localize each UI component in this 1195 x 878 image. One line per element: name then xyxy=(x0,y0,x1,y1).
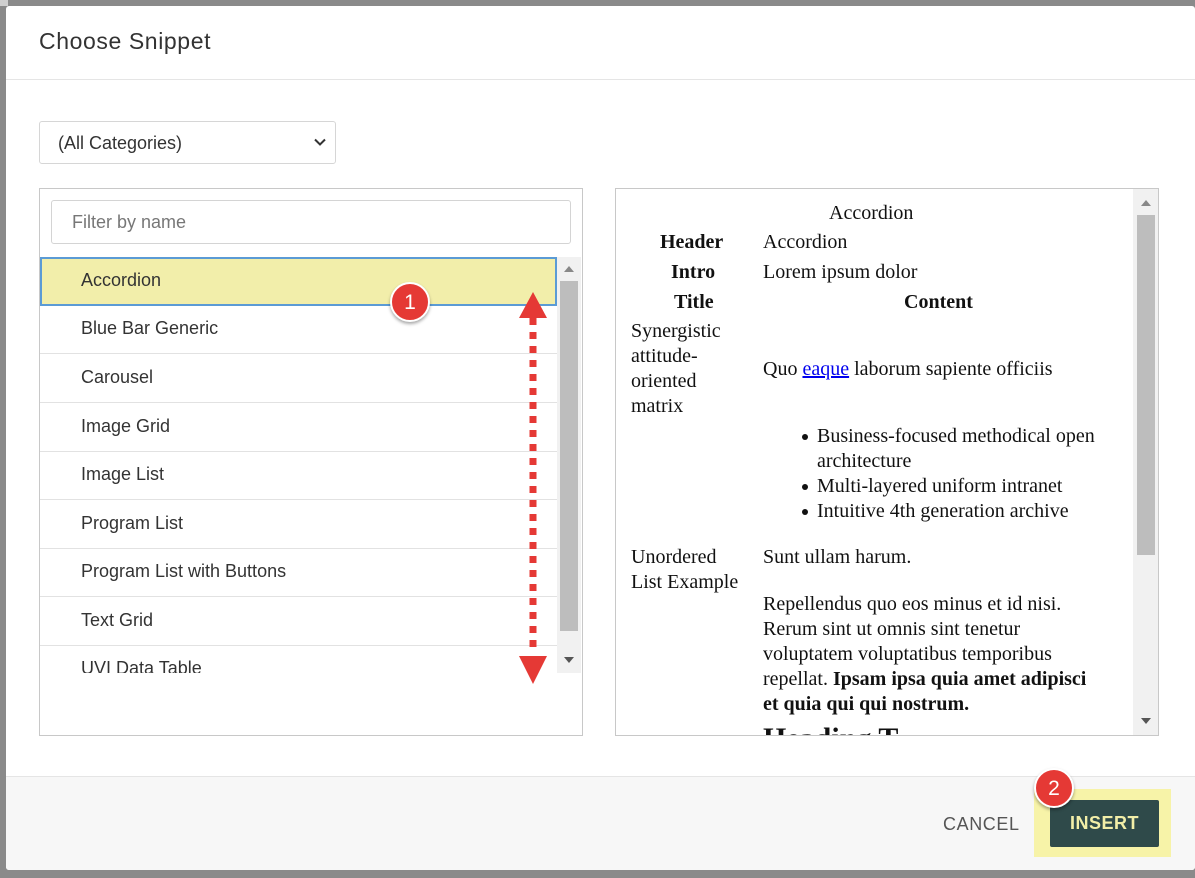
scroll-up-arrow-icon[interactable] xyxy=(1140,198,1152,208)
preview-row1-text-before: Quo xyxy=(763,358,803,380)
list-item-label: Text Grid xyxy=(81,610,154,630)
annotation-number: 1 xyxy=(404,291,416,314)
snippet-preview-panel: Accordion Header Accordion Intro Lorem i… xyxy=(615,188,1159,736)
preview-row2-title: Unordered xyxy=(631,546,717,568)
preview-row2-paragraph: Repellendus quo eos minus et id nisi. xyxy=(763,593,1062,615)
dialog-header: Choose Snippet xyxy=(6,6,1195,80)
preview-intro-label: Intro xyxy=(671,261,716,283)
insert-button[interactable]: INSERT xyxy=(1050,800,1159,847)
backdrop-bottom xyxy=(0,870,1195,878)
list-item-label: Program List xyxy=(81,513,184,533)
insert-button-label: INSERT xyxy=(1069,813,1139,833)
bullet-icon xyxy=(802,509,808,515)
list-item-program-list[interactable]: Program List xyxy=(40,500,557,549)
preview-bullet-item: Intuitive 4th generation archive xyxy=(817,500,1069,522)
list-item-label: Image Grid xyxy=(81,416,171,436)
list-scrollbar[interactable] xyxy=(557,257,581,673)
list-item-label: Accordion xyxy=(81,270,162,290)
preview-row1-title: matrix xyxy=(631,395,684,417)
preview-row1-title: oriented xyxy=(631,370,697,392)
preview-row1-text-after: laborum sapiente officiis xyxy=(849,358,1053,380)
preview-bullet-item: Business-focused methodical open xyxy=(817,425,1095,447)
scroll-direction-arrow-icon xyxy=(519,292,547,684)
cancel-button[interactable]: CANCEL xyxy=(943,814,1020,835)
preview-bullet-item: architecture xyxy=(817,450,912,472)
snippet-list-panel: Filter by name Accordion Blue Bar Generi… xyxy=(39,188,583,736)
list-item-label: Program List with Buttons xyxy=(81,561,287,581)
list-item-label: Carousel xyxy=(81,367,154,387)
preview-row2-paragraph: Sunt ullam harum. xyxy=(763,546,912,568)
preview-link-eaque[interactable]: eaque xyxy=(802,358,849,380)
preview-bullet-item: Multi-layered uniform intranet xyxy=(817,475,1063,497)
list-item-blue-bar-generic[interactable]: Blue Bar Generic xyxy=(40,305,557,354)
annotation-number: 2 xyxy=(1048,777,1060,800)
chevron-down-icon xyxy=(314,138,326,146)
scroll-down-arrow-icon[interactable] xyxy=(1140,716,1152,726)
preview-bold-text: Ipsam ipsa quia amet adipisci xyxy=(832,668,1087,690)
preview-row1-text: Quo eaque laborum sapiente officiis xyxy=(763,357,1053,382)
dialog-title: Choose Snippet xyxy=(39,28,212,54)
preview-col-content: Content xyxy=(904,291,973,313)
preview-header-value: Accordion xyxy=(763,231,848,253)
list-item-label: UVI Data Table xyxy=(81,658,202,673)
list-item-accordion[interactable]: Accordion xyxy=(40,257,557,306)
preview-row2-text: repellat. xyxy=(763,668,833,690)
list-item-image-list[interactable]: Image List xyxy=(40,451,557,500)
preview-bold-text: et quia qui qui nostrum. xyxy=(763,693,970,715)
list-scroll-thumb[interactable] xyxy=(560,281,578,631)
dialog-footer: CANCEL INSERT xyxy=(6,776,1195,870)
preview-caption: Accordion xyxy=(829,202,914,224)
list-item-text-grid[interactable]: Text Grid xyxy=(40,597,557,646)
category-select-value: (All Categories) xyxy=(58,133,183,153)
preview-row2-paragraph: Rerum sint ut omnis sint tenetur xyxy=(763,618,1021,640)
list-item-uvi-data-table[interactable]: UVI Data Table xyxy=(40,645,557,673)
bullet-icon xyxy=(802,434,808,440)
snippet-list: Accordion Blue Bar Generic Carousel Imag… xyxy=(40,257,557,673)
filter-placeholder: Filter by name xyxy=(72,212,187,232)
list-item-carousel[interactable]: Carousel xyxy=(40,354,557,403)
filter-input[interactable]: Filter by name xyxy=(51,200,571,244)
preview-intro-value: Lorem ipsum dolor xyxy=(763,261,918,283)
preview-row2-paragraph: repellat. Ipsam ipsa quia amet adipisci xyxy=(763,667,1086,692)
category-select[interactable]: (All Categories) xyxy=(39,121,336,164)
preview-row1-title: Synergistic xyxy=(631,320,721,342)
annotation-badge-1: 1 xyxy=(390,282,430,322)
preview-header-label: Header xyxy=(660,231,724,253)
list-item-image-grid[interactable]: Image Grid xyxy=(40,403,557,452)
preview-col-title: Title xyxy=(674,291,714,313)
bullet-icon xyxy=(802,484,808,490)
list-item-label: Blue Bar Generic xyxy=(81,318,219,338)
preview-row2-paragraph: voluptatem voluptatibus temporibus xyxy=(763,643,1052,665)
choose-snippet-dialog: Choose Snippet (All Categories) Filter b… xyxy=(6,6,1195,870)
preview-scrollbar[interactable] xyxy=(1133,189,1158,735)
preview-row1-title: attitude- xyxy=(631,345,698,367)
preview-row2-title: List Example xyxy=(631,571,739,593)
annotation-badge-2: 2 xyxy=(1034,768,1074,808)
scroll-up-arrow-icon[interactable] xyxy=(563,264,575,274)
list-item-label: Image List xyxy=(81,464,165,484)
preview-heading: Heading T xyxy=(763,722,898,735)
preview-scroll-thumb[interactable] xyxy=(1137,215,1155,555)
list-item-program-list-with-buttons[interactable]: Program List with Buttons xyxy=(40,548,557,597)
scroll-down-arrow-icon[interactable] xyxy=(563,655,575,665)
